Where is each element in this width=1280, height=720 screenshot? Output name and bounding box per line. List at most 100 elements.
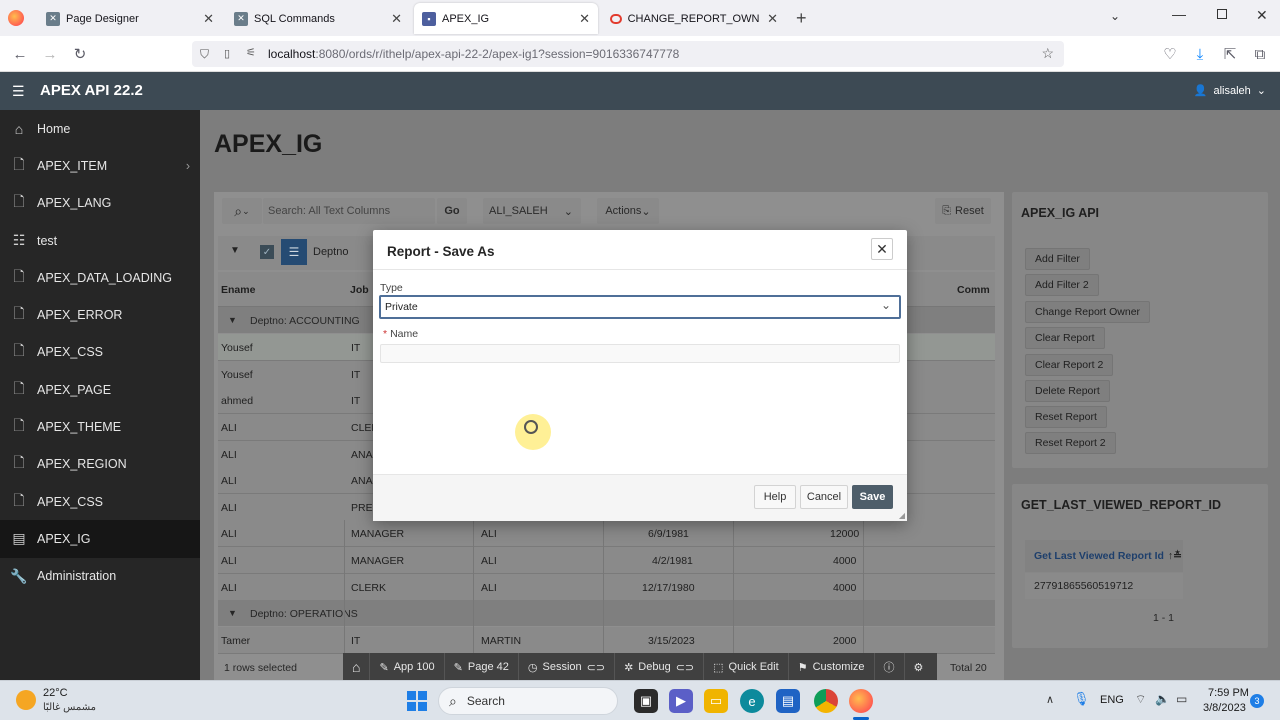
dev-session-button[interactable]: ◷ Session ⊂⊃ xyxy=(519,653,616,681)
sidebar-item-apex-lang[interactable]: 🗋 APEX_LANG xyxy=(0,185,200,222)
sidebar-item-home[interactable]: ⌂ Home xyxy=(0,110,200,147)
downloads-icon[interactable]: ⤓ xyxy=(1190,44,1210,64)
actions-menu-button[interactable]: Actions ⌄ xyxy=(597,198,659,224)
cancel-button[interactable]: Cancel xyxy=(800,485,848,509)
dev-app-button[interactable]: ✎ App 100 xyxy=(370,653,445,681)
tab-apex-ig[interactable]: ▪ APEX_IG ✕ xyxy=(414,3,598,34)
bookmark-star-icon[interactable]: ☆ xyxy=(1041,45,1054,62)
resize-handle-icon[interactable]: ◢ xyxy=(899,511,905,520)
change-report-owner-button[interactable]: Change Report Owner xyxy=(1025,301,1151,323)
edge-icon[interactable]: e xyxy=(740,689,764,713)
control-checkbox[interactable]: ✓ xyxy=(260,245,274,259)
close-icon[interactable]: ✕ xyxy=(871,238,893,260)
reset-button[interactable]: ⎘ Reset xyxy=(935,198,991,224)
clock-time[interactable]: 7:59 PM xyxy=(1208,687,1249,699)
column-header-job[interactable]: Job xyxy=(350,284,369,296)
weather-icon[interactable] xyxy=(16,690,36,710)
tab-sql-commands[interactable]: ✕ SQL Commands ✕ xyxy=(226,3,410,34)
restore-icon[interactable] xyxy=(1217,9,1227,19)
go-button[interactable]: Go xyxy=(437,198,467,224)
table-row[interactable]: ALI MANAGER ALI 6/9/1981 12000 xyxy=(218,520,995,547)
volume-icon[interactable]: 🔈 xyxy=(1155,692,1170,706)
save-button[interactable]: Save xyxy=(852,485,893,509)
table-row[interactable]: ALI MANAGER ALI 4/2/1981 4000 xyxy=(218,547,995,574)
sidebar-item-apex-region[interactable]: 🗋 APEX_REGION xyxy=(0,446,200,483)
report-select[interactable]: ALI_SALEH ⌄ xyxy=(483,198,581,224)
new-tab-icon[interactable]: + xyxy=(796,8,807,29)
delete-report-button[interactable]: Delete Report xyxy=(1025,380,1110,402)
sidebar-item-apex-item[interactable]: 🗋 APEX_ITEM › xyxy=(0,147,200,184)
sidebar-item-apex-theme[interactable]: 🗋 APEX_THEME xyxy=(0,408,200,445)
chevron-right-icon[interactable]: › xyxy=(186,159,190,173)
microphone-icon[interactable]: 🎙 xyxy=(1073,691,1090,707)
sidebar-item-apex-css[interactable]: 🗋 APEX_CSS xyxy=(0,334,200,371)
close-window-icon[interactable]: ✕ xyxy=(1256,7,1268,24)
battery-icon[interactable]: ▭ xyxy=(1176,692,1187,706)
file-explorer-icon[interactable]: ▭ xyxy=(704,689,728,713)
column-header-comm[interactable]: Comm xyxy=(957,284,990,296)
dev-home-button[interactable]: ⌂ xyxy=(343,653,371,681)
add-filter-2-button[interactable]: Add Filter 2 xyxy=(1025,274,1099,296)
dev-customize-button[interactable]: ⚑ Customize xyxy=(789,653,875,681)
store-icon[interactable]: ▤ xyxy=(776,689,800,713)
column-header-ename[interactable]: Ename xyxy=(221,284,255,296)
close-tab-icon[interactable]: ✕ xyxy=(759,11,778,27)
sidebar-item-apex-css-2[interactable]: 🗋 APEX_CSS xyxy=(0,483,200,520)
clock-date[interactable]: 3/8/2023 xyxy=(1203,702,1246,714)
dev-debug-button[interactable]: ✲ Debug ⊂⊃ xyxy=(615,653,705,681)
help-button[interactable]: Help xyxy=(754,485,796,509)
dev-info-button[interactable]: ⓘ xyxy=(875,653,905,681)
sidebar-item-apex-data-loading[interactable]: 🗋 APEX_DATA_LOADING xyxy=(0,259,200,296)
table-row[interactable]: Tamer IT MARTIN 3/15/2023 2000 xyxy=(218,627,995,654)
app-title[interactable]: APEX API 22.2 xyxy=(40,82,143,99)
close-tab-icon[interactable]: ✕ xyxy=(383,11,402,27)
tab-change-report-owner[interactable]: CHANGE_REPORT_OWNER Proc ✕ xyxy=(602,3,786,34)
close-tab-icon[interactable]: ✕ xyxy=(571,11,590,27)
forward-icon[interactable]: → xyxy=(40,44,60,64)
minimize-icon[interactable]: — xyxy=(1172,6,1186,22)
add-filter-button[interactable]: Add Filter xyxy=(1025,248,1090,270)
name-input[interactable] xyxy=(380,344,900,363)
search-input[interactable]: Search: All Text Columns xyxy=(263,198,435,224)
reset-report-button[interactable]: Reset Report xyxy=(1025,406,1107,428)
close-tab-icon[interactable]: ✕ xyxy=(195,11,214,27)
firefox-icon[interactable] xyxy=(849,689,873,713)
clear-report-2-button[interactable]: Clear Report 2 xyxy=(1025,354,1114,376)
notification-badge[interactable]: 3 xyxy=(1250,694,1264,708)
table-row[interactable]: ALI CLERK ALI 12/17/1980 4000 xyxy=(218,574,995,601)
reload-icon[interactable]: ↻ xyxy=(70,44,90,64)
task-view-icon[interactable]: ▣ xyxy=(634,689,658,713)
search-column-selector[interactable]: ⌕ ⌄ xyxy=(222,198,262,224)
chevron-up-icon[interactable]: ∧ xyxy=(1046,693,1054,706)
dev-page-button[interactable]: ✎ Page 42 xyxy=(445,653,519,681)
reset-report-2-button[interactable]: Reset Report 2 xyxy=(1025,432,1116,454)
type-select[interactable]: Private ⌄ xyxy=(379,295,901,319)
dev-quick-edit-button[interactable]: ⬚ Quick Edit xyxy=(704,653,789,681)
language-indicator[interactable]: ENG xyxy=(1100,694,1124,706)
sidebar-item-apex-error[interactable]: 🗋 APEX_ERROR xyxy=(0,296,200,333)
back-icon[interactable]: ← xyxy=(10,44,30,64)
sidebar-item-apex-ig[interactable]: ▤ APEX_IG xyxy=(0,520,200,558)
chrome-icon[interactable] xyxy=(814,689,838,713)
group-header[interactable]: ▼ Deptno: OPERATIONS xyxy=(218,600,995,626)
taskbar-search[interactable]: ⌕ Search xyxy=(438,687,618,715)
teams-icon[interactable]: ▶ xyxy=(669,689,693,713)
clear-report-button[interactable]: Clear Report xyxy=(1025,327,1105,349)
url-bar[interactable]: ⛉ ▯ ⚟ localhost:8080/ords/r/ithelp/apex-… xyxy=(192,41,1064,67)
sidebar-item-apex-page[interactable]: 🗋 APEX_PAGE xyxy=(0,371,200,408)
report-column-header[interactable]: Get Last Viewed Report Id ↑≛ xyxy=(1025,540,1183,572)
sidebar-item-test[interactable]: ☷ test xyxy=(0,222,200,259)
collapse-toggle-icon[interactable]: ▼ xyxy=(230,245,240,256)
firefox-menu-icon[interactable] xyxy=(8,10,24,26)
list-tabs-icon[interactable]: ⌄ xyxy=(1110,9,1120,23)
sidebar-item-administration[interactable]: 🔧 Administration xyxy=(0,558,200,595)
tab-page-designer[interactable]: ✕ Page Designer ✕ xyxy=(38,3,222,34)
extensions-icon[interactable]: ⧉ xyxy=(1250,44,1270,64)
user-menu[interactable]: 👤 alisaleh ⌄ xyxy=(1194,84,1266,98)
windows-start-icon[interactable] xyxy=(407,691,427,711)
share-icon[interactable]: ⇱ xyxy=(1220,44,1240,64)
pocket-icon[interactable]: ♡ xyxy=(1160,44,1180,64)
hamburger-menu-icon[interactable]: ☰ xyxy=(12,83,25,100)
wifi-icon[interactable]: ⌔ xyxy=(1135,692,1146,707)
dev-settings-button[interactable]: ⚙ xyxy=(905,653,933,681)
